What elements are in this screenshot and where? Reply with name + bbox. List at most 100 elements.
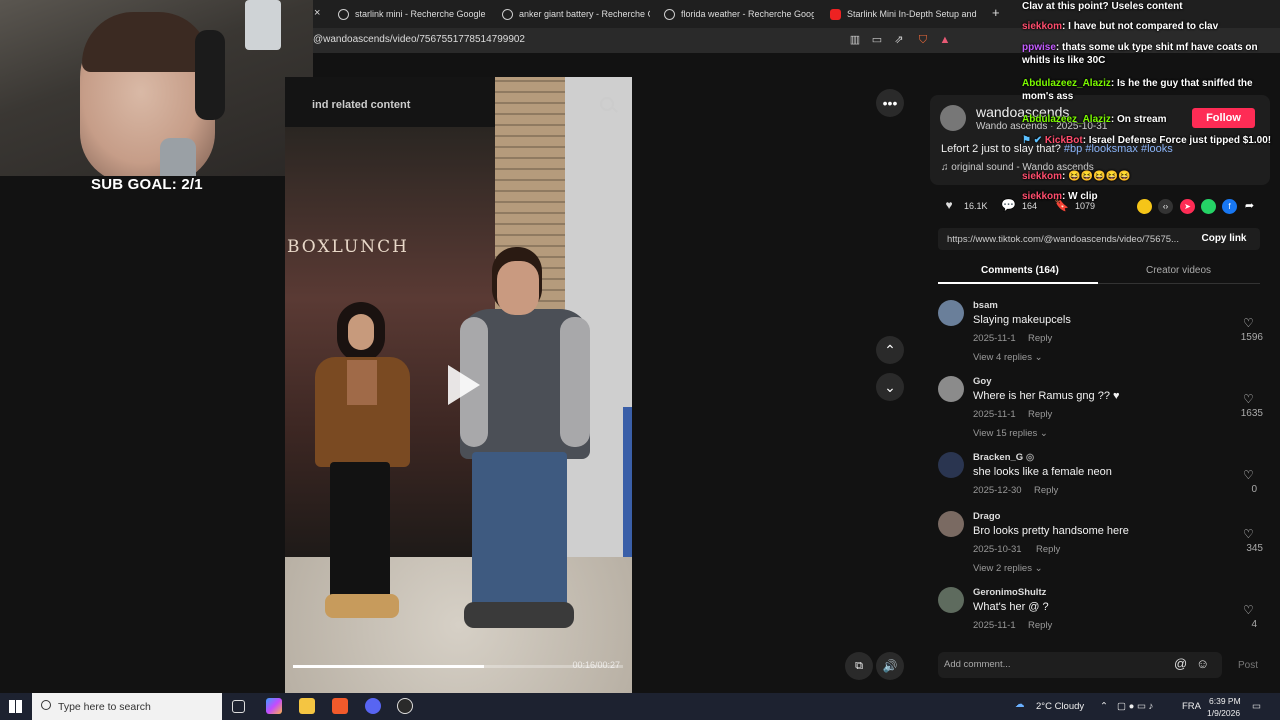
- comment-icon[interactable]: 💬: [1001, 198, 1016, 212]
- commenter-avatar[interactable]: [938, 511, 964, 537]
- comment-heart-icon[interactable]: ♡: [1243, 316, 1254, 330]
- commenter-avatar[interactable]: [938, 376, 964, 402]
- more-options-button[interactable]: •••: [876, 89, 904, 117]
- previous-video-button[interactable]: ⌃: [876, 336, 904, 364]
- view-replies-button[interactable]: View 15 replies ⌄: [973, 428, 1048, 439]
- tray-icons[interactable]: ▢ ● ▭ ♪: [1117, 701, 1153, 712]
- view-replies-button[interactable]: View 2 replies ⌄: [973, 563, 1043, 574]
- copilot-icon[interactable]: [266, 698, 282, 714]
- brave-shield-icon[interactable]: ⛉: [916, 33, 930, 47]
- brave-browser-icon[interactable]: [332, 698, 348, 714]
- active-tab-indicator: [938, 282, 1098, 284]
- share-link-row: https://www.tiktok.com/@wandoascends/vid…: [938, 228, 1260, 250]
- comment-like-count: 4: [1251, 619, 1257, 630]
- video-time: 00:16/00:27: [572, 660, 620, 670]
- cast-icon[interactable]: ▭: [870, 33, 884, 47]
- commenter-avatar[interactable]: [938, 452, 964, 478]
- comment-like-count: 1596: [1240, 332, 1263, 343]
- reply-button[interactable]: Reply: [1036, 544, 1060, 555]
- reply-button[interactable]: Reply: [1028, 409, 1052, 420]
- url-text[interactable]: @wandoascends/video/7567551778514799902: [313, 34, 525, 45]
- windows-start-icon[interactable]: [9, 700, 22, 713]
- browser-tab[interactable]: starlink mini - Recherche Google: [338, 3, 488, 25]
- brave-rewards-icon[interactable]: ▲: [938, 33, 952, 47]
- comment-input[interactable]: Add comment... @ ☺: [938, 652, 1222, 678]
- chat-text: : I have but not compared to clav: [1062, 21, 1219, 32]
- next-video-button[interactable]: ⌄: [876, 373, 904, 401]
- pip-button[interactable]: ⧉: [845, 652, 873, 680]
- notification-icon[interactable]: ▭: [1252, 701, 1261, 712]
- author-avatar[interactable]: [940, 105, 966, 131]
- share-link[interactable]: https://www.tiktok.com/@wandoascends/vid…: [947, 234, 1179, 245]
- tray-overflow-icon[interactable]: ⌃: [1100, 701, 1108, 712]
- browser-tab[interactable]: florida weather - Recherche Google: [664, 3, 814, 25]
- tab-creator-videos[interactable]: Creator videos: [1146, 265, 1211, 276]
- chat-user: Abdulazeez_Alaziz: [1022, 114, 1111, 125]
- post-button[interactable]: Post: [1238, 660, 1258, 671]
- comment-text: Slaying makeupcels: [973, 314, 1071, 326]
- view-replies-button[interactable]: View 4 replies ⌄: [973, 352, 1043, 363]
- reader-mode-icon[interactable]: ▥: [848, 33, 862, 47]
- commenter-avatar[interactable]: [938, 300, 964, 326]
- taskbar-search-placeholder: Type here to search: [58, 701, 151, 713]
- comment-date: 2025-12-30: [973, 485, 1022, 496]
- heart-icon[interactable]: ♥: [942, 198, 956, 212]
- comment-heart-icon[interactable]: ♡: [1243, 527, 1254, 541]
- comment-date: 2025-11-1: [973, 409, 1016, 420]
- music-note-icon: ♫: [941, 162, 952, 173]
- reply-button[interactable]: Reply: [1034, 485, 1058, 496]
- boots: [325, 594, 399, 618]
- share-icon[interactable]: ⇗: [892, 33, 906, 47]
- chat-message: Clav at this point? Useles content: [1022, 0, 1280, 13]
- like-count: 16.1K: [964, 201, 988, 211]
- find-related-bar[interactable]: ind related content: [312, 95, 632, 117]
- comment-heart-icon[interactable]: ♡: [1243, 468, 1254, 482]
- video-player[interactable]: BOXLUNCH 00:16/00:27: [285, 77, 632, 693]
- commenter-name[interactable]: bsam: [973, 300, 998, 311]
- face: [348, 314, 374, 350]
- comment-date: 2025-11-1: [973, 333, 1016, 344]
- commenter-avatar[interactable]: [938, 587, 964, 613]
- comment-heart-icon[interactable]: ♡: [1243, 392, 1254, 406]
- panel-tabs: Comments (164) Creator videos: [938, 260, 1260, 284]
- volume-button[interactable]: 🔊: [876, 652, 904, 680]
- search-icon[interactable]: [600, 97, 614, 111]
- commenter-name[interactable]: Drago: [973, 511, 1000, 522]
- play-icon[interactable]: [448, 365, 480, 405]
- commenter-name[interactable]: Goy: [973, 376, 991, 387]
- clock-date[interactable]: 1/9/2026: [1207, 708, 1240, 718]
- tab-close-icon[interactable]: ×: [314, 7, 320, 19]
- file-explorer-icon[interactable]: [299, 698, 315, 714]
- store-sign: BOXLUNCH: [287, 237, 409, 257]
- new-tab-button[interactable]: +: [992, 5, 1000, 20]
- language-indicator[interactable]: FRA: [1182, 701, 1201, 712]
- chat-text: : thats some uk type shit mf have coats …: [1022, 42, 1258, 66]
- clogs: [464, 602, 574, 628]
- commenter-name[interactable]: GeronimoShultz: [973, 587, 1046, 598]
- comment-text: Bro looks pretty handsome here: [973, 525, 1129, 537]
- tab-comments[interactable]: Comments (164): [981, 265, 1059, 276]
- weather-icon[interactable]: ☁: [1015, 699, 1025, 710]
- chat-message: ppwise: thats some uk type shit mf have …: [1022, 41, 1280, 67]
- discord-icon[interactable]: [365, 698, 381, 714]
- clock-time[interactable]: 6:39 PM: [1209, 696, 1241, 706]
- reply-button[interactable]: Reply: [1028, 620, 1052, 631]
- copy-link-button[interactable]: Copy link: [1188, 228, 1260, 250]
- commenter-name[interactable]: Bracken_G ◎: [973, 452, 1034, 463]
- face: [497, 261, 539, 315]
- comment-text: What's her @ ?: [973, 601, 1049, 613]
- emoji-icon[interactable]: ☺: [1196, 656, 1209, 671]
- browser-tab[interactable]: anker giant battery - Recherche Goog: [502, 3, 650, 25]
- stream-chat: Clav at this point? Useles content siekk…: [1022, 0, 1280, 205]
- chat-user: Abdulazeez_Alaziz: [1022, 78, 1111, 89]
- reply-button[interactable]: Reply: [1028, 333, 1052, 344]
- obs-icon[interactable]: [397, 698, 413, 714]
- taskbar-search[interactable]: Type here to search: [32, 693, 222, 720]
- google-icon: [338, 8, 349, 20]
- mention-button[interactable]: @: [1174, 656, 1187, 671]
- task-view-icon[interactable]: [232, 700, 245, 713]
- comment-heart-icon[interactable]: ♡: [1243, 603, 1254, 617]
- comment-text: she looks like a female neon: [973, 466, 1112, 478]
- weather-text[interactable]: 2°C Cloudy: [1036, 701, 1084, 712]
- browser-tab[interactable]: Starlink Mini In-Depth Setup and Re: [830, 3, 978, 25]
